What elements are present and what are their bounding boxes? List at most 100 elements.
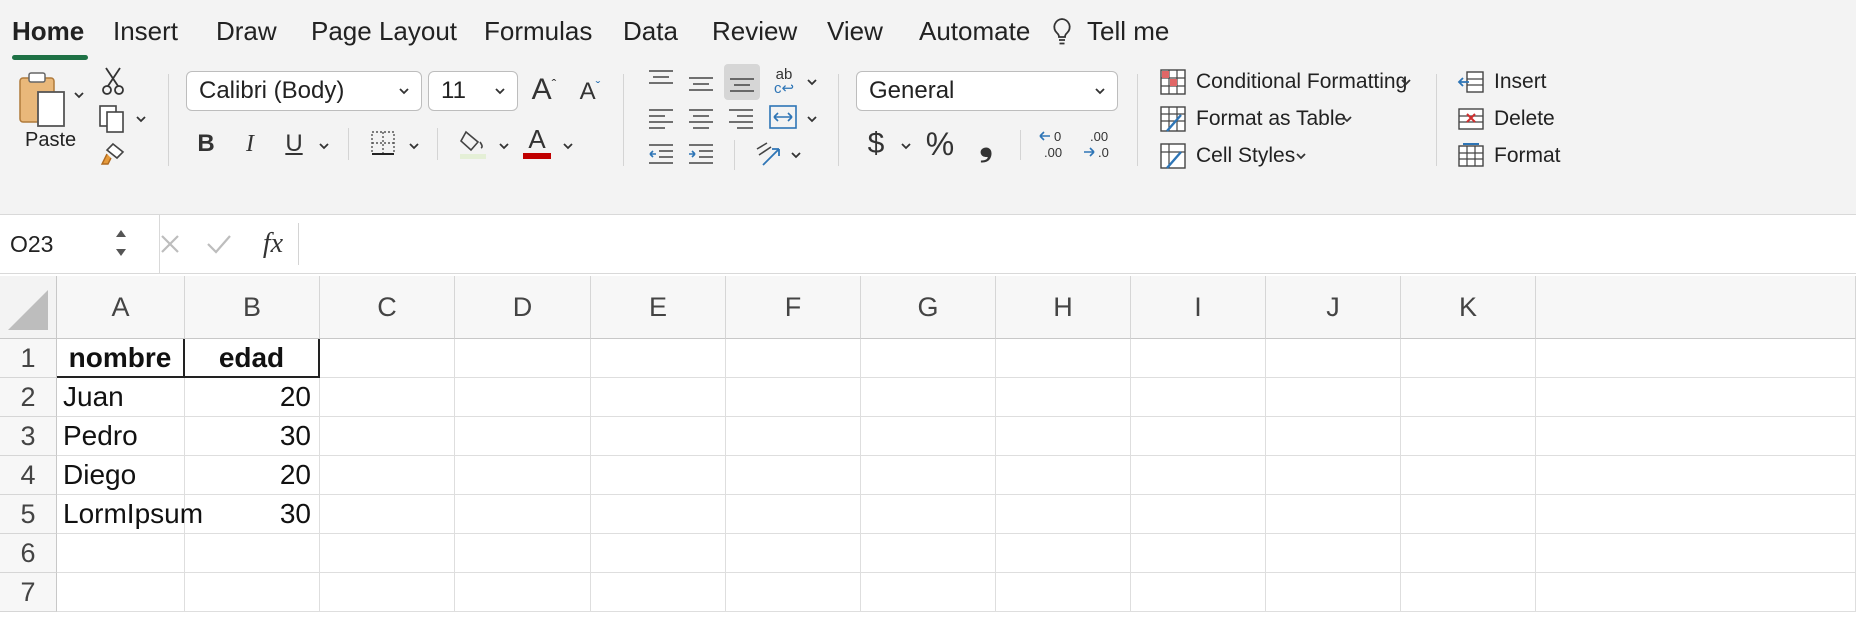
cell-c7[interactable] [320,573,455,612]
cell-d7[interactable] [455,573,591,612]
underline-chevron-down-icon[interactable] [317,139,331,153]
tab-review[interactable]: Review [712,16,797,47]
cell-a2[interactable]: Juan [57,378,185,417]
comma-style-button[interactable]: ❟ [972,125,1000,163]
align-center-icon[interactable] [686,104,716,132]
cell-i5[interactable] [1131,495,1266,534]
cell-styles-button[interactable]: Cell Styles [1196,144,1295,168]
tab-automate[interactable]: Automate [919,16,1030,47]
enter-check-icon[interactable] [204,229,234,259]
cell-x5[interactable] [1536,495,1856,534]
format-as-table-chevron-down-icon[interactable] [1340,112,1354,126]
bold-button[interactable]: B [192,128,220,160]
increase-decimal-icon[interactable]: 0.00 [1036,126,1076,162]
cell-f2[interactable] [726,378,861,417]
cell-c4[interactable] [320,456,455,495]
orientation-chevron-down-icon[interactable] [789,148,803,162]
percent-button[interactable]: % [922,126,958,162]
tab-home[interactable]: Home [12,16,84,47]
name-box-stepper[interactable] [114,223,128,263]
paste-icon[interactable] [16,70,68,132]
cell-k2[interactable] [1401,378,1536,417]
align-left-icon[interactable] [646,104,676,132]
cell-a5[interactable]: LormIpsum [57,495,203,534]
align-bottom-icon[interactable] [724,64,760,100]
cell-j3[interactable] [1266,417,1401,456]
formula-input[interactable] [352,215,1856,273]
cell-e3[interactable] [591,417,726,456]
column-header-b[interactable]: B [185,276,320,339]
font-color-icon[interactable]: A [522,124,552,160]
tab-draw[interactable]: Draw [216,16,277,47]
cell-j5[interactable] [1266,495,1401,534]
cell-i7[interactable] [1131,573,1266,612]
cell-j1[interactable] [1266,339,1401,378]
merge-center-icon[interactable] [767,102,799,132]
format-cells-icon[interactable] [1456,141,1486,171]
orientation-chevron-down-icon[interactable] [805,75,819,89]
tab-insert[interactable]: Insert [113,16,178,47]
insert-cells-icon[interactable] [1456,67,1486,97]
orientation-icon[interactable] [752,138,786,170]
font-color-chevron-down-icon[interactable] [561,139,575,153]
cell-h3[interactable] [996,417,1131,456]
conditional-formatting-chevron-down-icon[interactable] [1399,75,1413,89]
cell-d4[interactable] [455,456,591,495]
font-name-select[interactable]: Calibri (Body) [186,71,422,111]
cell-g6[interactable] [861,534,996,573]
cell-k6[interactable] [1401,534,1536,573]
delete-cells-button[interactable]: Delete [1494,107,1555,131]
tab-data[interactable]: Data [623,16,678,47]
cell-k7[interactable] [1401,573,1536,612]
cell-c5[interactable] [320,495,455,534]
cell-x6[interactable] [1536,534,1856,573]
cell-b6[interactable] [185,534,320,573]
column-header-e[interactable]: E [591,276,726,339]
cell-g5[interactable] [861,495,996,534]
cell-a1[interactable]: nombre [57,339,185,378]
cell-g7[interactable] [861,573,996,612]
decrease-indent-icon[interactable] [646,140,676,168]
cell-f3[interactable] [726,417,861,456]
tab-view[interactable]: View [827,16,883,47]
cell-i1[interactable] [1131,339,1266,378]
cell-x2[interactable] [1536,378,1856,417]
insert-function-button[interactable]: fx [256,227,290,261]
italic-button[interactable]: I [236,128,264,160]
cell-e4[interactable] [591,456,726,495]
cell-e5[interactable] [591,495,726,534]
cell-i6[interactable] [1131,534,1266,573]
cell-f6[interactable] [726,534,861,573]
borders-icon[interactable] [368,128,398,158]
currency-chevron-down-icon[interactable] [899,139,913,153]
fill-color-chevron-down-icon[interactable] [497,139,511,153]
cell-e1[interactable] [591,339,726,378]
number-format-select[interactable]: General [856,71,1118,111]
cell-g1[interactable] [861,339,996,378]
tab-formulas[interactable]: Formulas [484,16,592,47]
cell-d1[interactable] [455,339,591,378]
cell-g2[interactable] [861,378,996,417]
cell-d6[interactable] [455,534,591,573]
column-header-c[interactable]: C [320,276,455,339]
row-header-4[interactable]: 4 [0,456,57,495]
conditional-formatting-button[interactable]: Conditional Formatting [1196,70,1407,94]
cell-styles-chevron-down-icon[interactable] [1294,149,1308,163]
cell-x3[interactable] [1536,417,1856,456]
cell-b5[interactable]: 30 [185,495,320,534]
cell-b4[interactable]: 20 [185,456,320,495]
cell-h4[interactable] [996,456,1131,495]
column-header-a[interactable]: A [57,276,185,339]
column-header-d[interactable]: D [455,276,591,339]
cell-k3[interactable] [1401,417,1536,456]
format-as-table-button[interactable]: Format as Table [1196,107,1346,131]
cell-d5[interactable] [455,495,591,534]
cell-a4[interactable]: Diego [57,456,185,495]
wrap-text-icon[interactable]: ab c↩ [769,66,799,98]
cell-d3[interactable] [455,417,591,456]
paste-label[interactable]: Paste [25,129,76,152]
format-cells-button[interactable]: Format [1494,144,1561,168]
cell-b3[interactable]: 30 [185,417,320,456]
row-header-3[interactable]: 3 [0,417,57,456]
cell-g3[interactable] [861,417,996,456]
